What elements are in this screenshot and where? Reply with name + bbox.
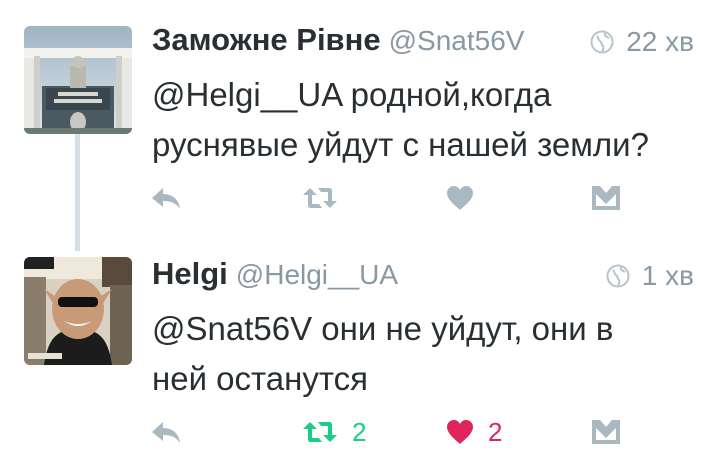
reply-icon — [152, 188, 180, 209]
user-name[interactable]: Helgi — [152, 256, 228, 291]
timestamp[interactable]: 22 хв — [626, 26, 694, 58]
like-icon — [447, 420, 473, 444]
reply-button[interactable] — [150, 414, 182, 450]
like-count: 2 — [488, 416, 503, 447]
like-button[interactable]: 2 — [446, 414, 502, 450]
like-icon — [447, 186, 473, 210]
direct-message-button[interactable] — [592, 180, 620, 216]
text-line: ней останутся — [152, 360, 368, 397]
retweet-count: 2 — [352, 416, 367, 447]
tweet[interactable]: Заможне Рівне @Snat56V 22 хв @Helgi__UA р… — [0, 0, 720, 251]
text-line: руснявые уйдут с нашей земли? — [152, 126, 649, 163]
retweet-button[interactable]: 2 — [302, 414, 366, 450]
retweet-icon — [303, 188, 337, 208]
tweet[interactable]: Helgi @Helgi__UA 1 хв @Snat56V они не уйд… — [0, 240, 720, 464]
tweet-header: Helgi @Helgi__UA — [152, 256, 398, 296]
avatar[interactable] — [24, 257, 132, 365]
timestamp[interactable]: 1 хв — [642, 260, 694, 292]
globe-icon — [590, 30, 614, 54]
user-handle[interactable]: @Snat56V — [389, 25, 525, 56]
dm-icon — [592, 186, 620, 210]
avatar[interactable] — [24, 26, 132, 134]
tweet-header: Заможне Рівне @Snat56V — [152, 22, 524, 62]
action-bar — [0, 180, 720, 216]
direct-message-button[interactable] — [592, 414, 620, 450]
text-line: @Snat56V они не уйдут, они в — [152, 310, 614, 347]
globe-icon — [606, 264, 630, 288]
tweet-meta: 1 хв — [606, 256, 694, 296]
tweet-meta: 22 хв — [590, 22, 694, 62]
text-line: @Helgi__UA родной,когда — [152, 76, 552, 113]
reply-button[interactable] — [150, 180, 182, 216]
tweet-text: @Helgi__UA родной,когда руснявые уйдут с… — [152, 70, 712, 170]
tweet-text: @Snat56V они не уйдут, они в ней останут… — [152, 304, 712, 404]
action-bar: 2 2 — [0, 414, 720, 450]
dm-icon — [592, 420, 620, 444]
user-name[interactable]: Заможне Рівне — [152, 22, 381, 57]
user-handle[interactable]: @Helgi__UA — [236, 259, 398, 290]
reply-icon — [152, 422, 180, 443]
like-button[interactable] — [446, 180, 474, 216]
retweet-icon — [303, 422, 337, 442]
retweet-button[interactable] — [302, 180, 338, 216]
